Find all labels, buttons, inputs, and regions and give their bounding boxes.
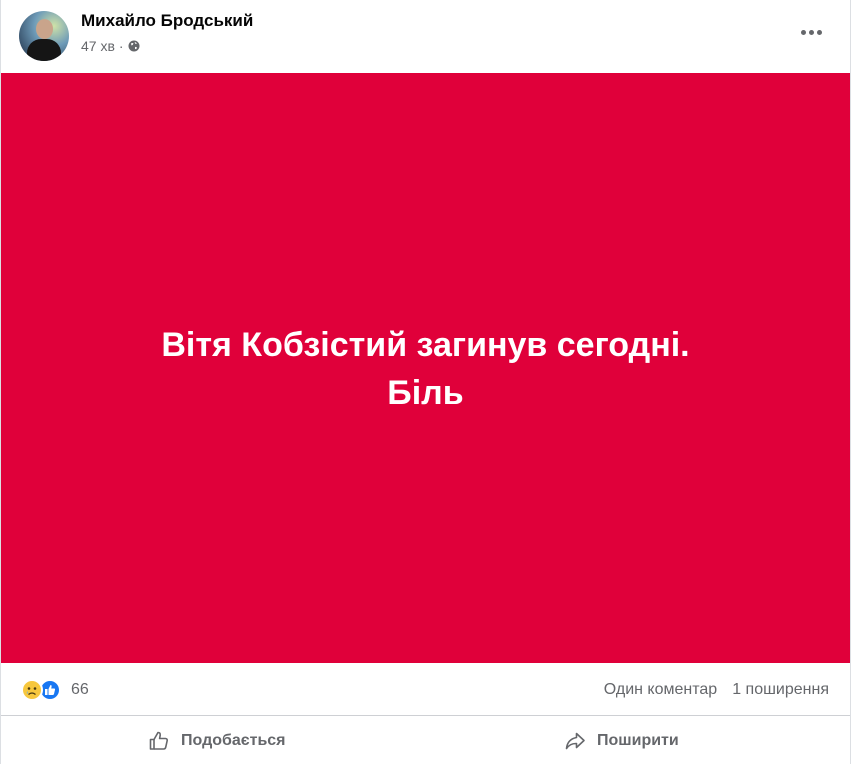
post-text-banner[interactable]: Вітя Кобзістий загинув сегодні. Біль bbox=[1, 73, 850, 663]
reaction-count: 66 bbox=[71, 681, 89, 698]
avatar-head bbox=[36, 19, 53, 39]
meta-separator: · bbox=[118, 38, 124, 54]
comments-count-link[interactable]: Один коментар bbox=[604, 681, 717, 699]
author-name[interactable]: Михайло Бродський bbox=[81, 11, 253, 31]
thumbs-up-icon bbox=[149, 731, 168, 750]
more-dot bbox=[816, 29, 822, 35]
like-button-label: Подобається bbox=[181, 732, 286, 749]
banner-text-line: Вітя Кобзістий загинув сегодні. bbox=[161, 326, 690, 364]
share-button[interactable]: Поширити bbox=[563, 725, 679, 757]
post-card: Михайло Бродський 47 хв · Вітя Кобзістий… bbox=[0, 0, 851, 764]
post-time[interactable]: 47 хв bbox=[81, 38, 115, 54]
avatar-body bbox=[27, 39, 61, 61]
author-avatar[interactable] bbox=[19, 11, 69, 61]
globe-icon[interactable] bbox=[128, 40, 140, 52]
post-stats: 66 Один коментар 1 поширення bbox=[1, 663, 850, 716]
like-button[interactable]: Подобається bbox=[147, 725, 286, 757]
engagement-counts: Один коментар 1 поширення bbox=[604, 681, 829, 699]
more-options-icon[interactable] bbox=[796, 22, 826, 42]
post-header: Михайло Бродський 47 хв · bbox=[1, 0, 850, 73]
share-arrow-icon bbox=[565, 732, 585, 750]
sad-reaction-icon bbox=[21, 679, 43, 701]
more-dot bbox=[808, 29, 814, 35]
more-dot bbox=[800, 29, 806, 35]
shares-count-link[interactable]: 1 поширення bbox=[732, 681, 829, 699]
reactions-summary[interactable]: 66 bbox=[21, 679, 89, 701]
banner-text-line: Біль bbox=[387, 374, 464, 412]
post-actions: Подобається Поширити bbox=[1, 717, 850, 764]
share-button-label: Поширити bbox=[597, 732, 679, 749]
post-meta: 47 хв · bbox=[81, 38, 140, 54]
